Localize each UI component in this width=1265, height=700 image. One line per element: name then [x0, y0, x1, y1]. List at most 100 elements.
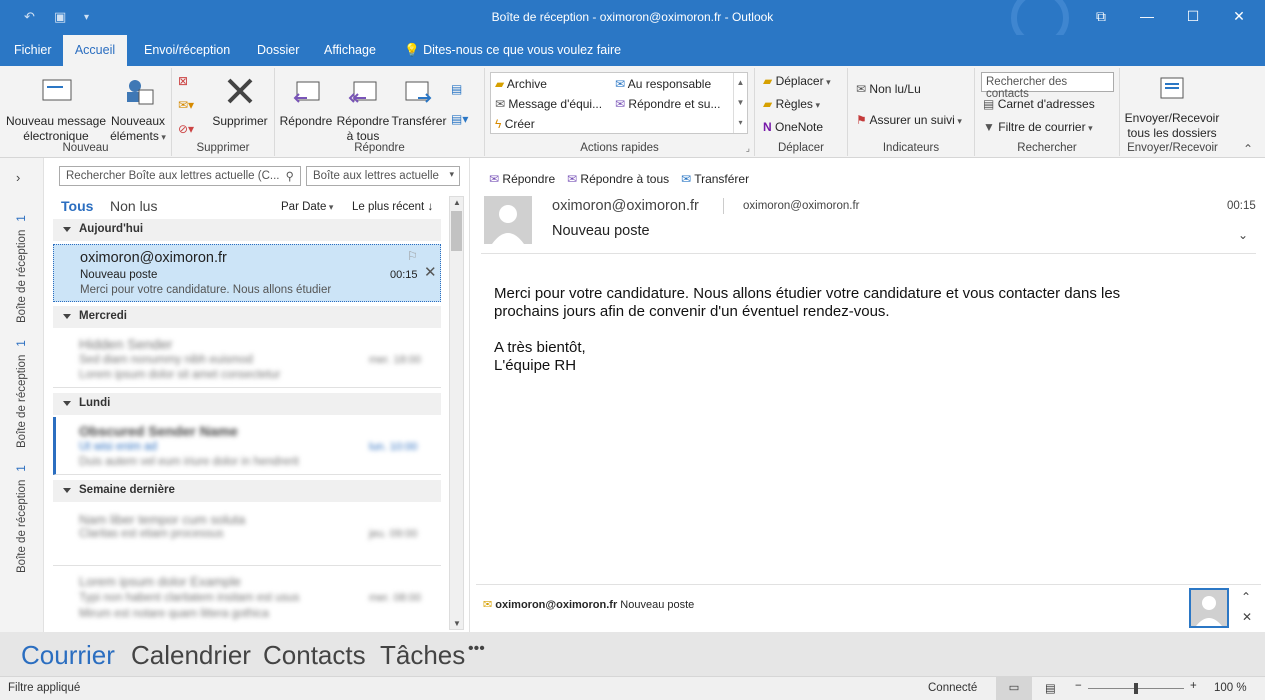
reply-button[interactable]: Répondre	[277, 76, 335, 129]
email-to[interactable]: oximoron@oximoron.fr	[743, 200, 860, 212]
people-pane-avatar[interactable]	[1189, 588, 1229, 628]
close-icon[interactable]: ✕	[1216, 0, 1262, 32]
quick-step-create-label: Créer	[504, 117, 535, 131]
inline-reply-all-button[interactable]: ✉ Répondre à tous	[567, 172, 669, 186]
nav-tasks[interactable]: Tâches	[380, 640, 465, 671]
maximize-icon[interactable]: ☐	[1170, 0, 1216, 32]
meeting-reply-icon[interactable]: ▤	[451, 82, 462, 96]
message-item[interactable]: Lorem ipsum dolor Example Typi non haben…	[53, 568, 441, 630]
message-item-selected[interactable]: oximoron@oximoron.fr Nouveau poste Merci…	[53, 244, 441, 302]
tab-send-receive[interactable]: Envoi/réception	[138, 35, 236, 66]
message-item[interactable]: Obscured Sender Name Ut wisi enim ad Dui…	[53, 417, 441, 475]
sort-order-toggle[interactable]: Le plus récent ↓	[352, 201, 433, 213]
new-email-button[interactable]: Nouveau message électronique	[4, 76, 108, 144]
send-receive-icon	[1160, 77, 1184, 99]
normal-view-icon[interactable]: ▭	[996, 677, 1032, 700]
cleanup-icon[interactable]: ✉▾	[178, 98, 194, 112]
scroll-up-icon[interactable]: ▲	[453, 198, 461, 207]
nav-mail[interactable]: Courrier	[21, 640, 115, 671]
folder-inbox-2[interactable]: Boîte de réception 1	[16, 340, 28, 448]
quick-step-archive[interactable]: ▰ Archive	[495, 77, 547, 91]
sort-by-dropdown[interactable]: Par Date	[281, 201, 333, 213]
people-pane-expand-icon[interactable]: ⌃	[1241, 590, 1251, 604]
tab-view[interactable]: Affichage	[318, 35, 382, 66]
group-new: Nouveau message électronique Nouveaux él…	[0, 68, 172, 156]
ignore-icon[interactable]: ⊠	[178, 74, 188, 88]
filter-all[interactable]: Tous	[61, 198, 93, 214]
quick-steps-gallery: ▰ Archive ✉ Au responsable ✉ Message d'é…	[490, 72, 748, 134]
more-respond-icon[interactable]: ▤▾	[451, 112, 468, 126]
scroll-down-icon[interactable]: ▼	[453, 619, 461, 628]
people-pane-item[interactable]: ✉ oximoron@oximoron.fr Nouveau poste	[483, 598, 694, 611]
status-connection: Connecté	[928, 682, 978, 694]
expand-header-icon[interactable]: ⌄	[1238, 228, 1248, 242]
inline-forward-button[interactable]: ✉ Transférer	[681, 172, 749, 186]
message-sender: Obscured Sender Name	[79, 423, 238, 439]
send-receive-all-button[interactable]: Envoyer/Recevoir tous les dossiers	[1122, 74, 1222, 141]
quick-step-team-label: Message d'équi...	[508, 97, 603, 111]
new-email-label: Nouveau message électronique	[5, 114, 107, 143]
message-item[interactable]: Nam liber tempor cum soluta Claritas est…	[53, 504, 441, 566]
filter-unread[interactable]: Non lus	[110, 198, 157, 214]
zoom-in-icon[interactable]: +	[1190, 680, 1197, 692]
flag-icon[interactable]: ⚐	[407, 249, 418, 263]
quick-step-create[interactable]: ϟ Créer	[495, 117, 535, 131]
search-scope-dropdown[interactable]: Boîte aux lettres actuelle ▾	[306, 166, 460, 186]
filter-email-label: Filtre de courrier	[998, 120, 1086, 134]
people-pane-close-icon[interactable]: ✕	[1242, 610, 1252, 624]
forward-button[interactable]: Transférer	[391, 76, 447, 129]
filter-icon: ▼	[983, 120, 995, 134]
minimize-icon[interactable]: —	[1124, 0, 1170, 32]
unread-read-button[interactable]: ✉ Non lu/Lu	[856, 82, 921, 96]
nav-contacts[interactable]: Contacts	[263, 640, 366, 671]
email-from[interactable]: oximoron@oximoron.fr	[552, 198, 699, 214]
onenote-button[interactable]: N OneNote	[763, 120, 823, 134]
message-item[interactable]: Hidden Sender Sed diam nonummy nibh euis…	[53, 330, 441, 388]
zoom-level[interactable]: 100 %	[1214, 682, 1247, 694]
scroll-thumb[interactable]	[451, 211, 462, 251]
address-book-button[interactable]: ▤ Carnet d'adresses	[983, 97, 1095, 111]
expand-folder-pane-icon[interactable]: ›	[16, 170, 20, 185]
group-header-last-week[interactable]: Semaine dernière	[53, 480, 441, 502]
folder-inbox-3-count: 1	[16, 465, 28, 472]
quick-step-manager[interactable]: ✉ Au responsable	[615, 77, 711, 91]
rules-button[interactable]: ▰ Règles	[763, 97, 820, 111]
tab-home[interactable]: Accueil	[63, 35, 127, 66]
nav-calendar[interactable]: Calendrier	[131, 640, 251, 671]
delete-message-icon[interactable]: ✕	[424, 263, 437, 281]
search-scope-label: Boîte aux lettres actuelle	[313, 170, 439, 182]
search-mail-input[interactable]: Rechercher Boîte aux lettres actuelle (C…	[59, 166, 301, 186]
group-header-monday[interactable]: Lundi	[53, 393, 441, 415]
new-items-button[interactable]: Nouveaux éléments	[108, 76, 168, 145]
folder-inbox-3-label: Boîte de réception	[16, 479, 28, 573]
group-header-wednesday[interactable]: Mercredi	[53, 306, 441, 328]
filter-email-button[interactable]: ▼ Filtre de courrier	[983, 120, 1093, 134]
inline-reply-button[interactable]: ✉ Répondre	[489, 172, 555, 186]
group-header-today[interactable]: Aujourd'hui	[53, 219, 441, 241]
search-people-input[interactable]: Rechercher des contacts	[981, 72, 1114, 100]
reply-all-button[interactable]: Répondre à tous	[335, 76, 391, 144]
quick-step-reply-delete[interactable]: ✉ Répondre et su...	[615, 97, 720, 111]
folder-inbox-3[interactable]: Boîte de réception 1	[16, 465, 28, 573]
ribbon-display-icon[interactable]: ⧉	[1078, 0, 1124, 32]
search-icon[interactable]: ⚲	[286, 169, 294, 183]
folder-inbox-1[interactable]: Boîte de réception 1	[16, 215, 28, 323]
email-body: Merci pour votre candidature. Nous allon…	[494, 285, 1120, 375]
delete-button[interactable]: Supprimer	[208, 76, 272, 129]
group-tags-label: Indicateurs	[882, 142, 940, 154]
zoom-out-icon[interactable]: −	[1075, 680, 1082, 692]
tab-folder[interactable]: Dossier	[251, 35, 305, 66]
nav-more-icon[interactable]: •••	[468, 640, 485, 658]
move-button[interactable]: ▰ Déplacer	[763, 74, 831, 88]
junk-icon[interactable]: ⊘▾	[178, 122, 194, 136]
zoom-slider-thumb[interactable]	[1134, 683, 1138, 694]
follow-up-button[interactable]: ⚑ Assurer un suivi	[856, 113, 962, 127]
message-list-scrollbar[interactable]: ▲ ▼	[449, 196, 464, 630]
gallery-scroll[interactable]: ▲ ▼ ▾	[733, 73, 747, 133]
reading-view-icon[interactable]: ▤	[1045, 681, 1056, 695]
quick-step-team[interactable]: ✉ Message d'équi...	[495, 97, 602, 111]
tell-me-box[interactable]: 💡 Dites-nous ce que vous voulez faire	[398, 35, 627, 66]
tab-file[interactable]: Fichier	[8, 35, 58, 66]
collapse-ribbon-icon[interactable]: ⌃	[1243, 142, 1253, 156]
forward-icon: ✉	[681, 172, 692, 186]
